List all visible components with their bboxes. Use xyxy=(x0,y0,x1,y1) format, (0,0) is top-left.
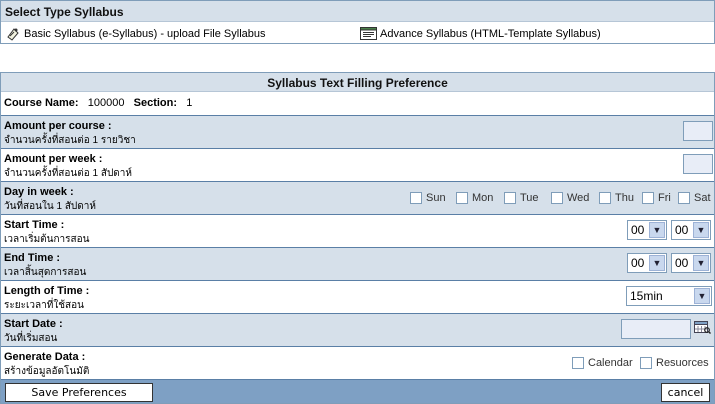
day-wed-checkbox[interactable] xyxy=(551,192,563,204)
resources-option-label: Resuorces xyxy=(656,357,709,369)
course-info-row: Course Name: 100000 Section: 1 xyxy=(1,93,714,115)
day-mon-checkbox[interactable] xyxy=(456,192,468,204)
day-tue[interactable]: Tue xyxy=(504,192,539,204)
end-minute-select[interactable]: 00 ▼ xyxy=(671,253,711,273)
chevron-down-icon: ▼ xyxy=(693,222,709,238)
day-sat[interactable]: Sat xyxy=(678,192,711,204)
start-minute-select[interactable]: 00 ▼ xyxy=(671,220,711,240)
day-sat-checkbox[interactable] xyxy=(678,192,690,204)
day-tue-label: Tue xyxy=(520,192,539,204)
resources-checkbox[interactable] xyxy=(640,357,652,369)
day-thu-checkbox[interactable] xyxy=(599,192,611,204)
start-hour-value: 00 xyxy=(631,223,645,237)
day-mon-label: Mon xyxy=(472,192,494,204)
generate-calendar-option[interactable]: Calendar xyxy=(572,357,633,369)
day-sun-label: Sun xyxy=(426,192,446,204)
start-date-label: Start Date : xyxy=(4,318,63,330)
amount-per-course-label: Amount per course : xyxy=(4,120,112,132)
end-time-thai-label: เวลาสิ้นสุดการสอน xyxy=(4,267,87,278)
generate-data-row: Generate Data : สร้างข้อมูลอัตโนมัติ Cal… xyxy=(1,346,714,379)
day-thu[interactable]: Thu xyxy=(599,192,634,204)
day-thu-label: Thu xyxy=(615,192,634,204)
length-of-time-thai-label: ระยะเวลาที่ใช้สอน xyxy=(4,300,84,311)
end-hour-select[interactable]: 00 ▼ xyxy=(627,253,667,273)
chevron-down-icon: ▼ xyxy=(649,255,665,271)
day-tue-checkbox[interactable] xyxy=(504,192,516,204)
calendar-checkbox[interactable] xyxy=(572,357,584,369)
day-in-week-row: Day in week : วันที่สอนใน 1 สัปดาห์ Sun … xyxy=(1,181,714,214)
day-fri-checkbox[interactable] xyxy=(642,192,654,204)
start-hour-select[interactable]: 00 ▼ xyxy=(627,220,667,240)
amount-per-week-row: Amount per week : จำนวนครั้งที่สอนต่อ 1 … xyxy=(1,148,714,181)
day-sun-checkbox[interactable] xyxy=(410,192,422,204)
select-type-title: Select Type Syllabus xyxy=(1,1,714,22)
basic-syllabus-link[interactable]: Basic Syllabus (e-Syllabus) - upload Fil… xyxy=(6,27,266,41)
length-of-time-value: 15min xyxy=(630,289,663,303)
upload-file-icon xyxy=(6,27,21,41)
end-minute-value: 00 xyxy=(675,256,689,270)
save-preferences-button[interactable]: Save Preferences xyxy=(5,383,153,402)
day-sat-label: Sat xyxy=(694,192,711,204)
day-fri[interactable]: Fri xyxy=(642,192,671,204)
end-time-label: End Time : xyxy=(4,252,61,264)
cancel-button[interactable]: cancel xyxy=(661,383,710,402)
start-time-row: Start Time : เวลาเริ่มต้นการสอน 00 ▼ 00 … xyxy=(1,214,714,247)
section-label: Section: xyxy=(133,97,178,109)
length-of-time-row: Length of Time : ระยะเวลาที่ใช้สอน 15min… xyxy=(1,280,714,313)
chevron-down-icon: ▼ xyxy=(649,222,665,238)
day-in-week-label: Day in week : xyxy=(4,186,74,198)
day-mon[interactable]: Mon xyxy=(456,192,493,204)
start-time-thai-label: เวลาเริ่มต้นการสอน xyxy=(4,234,90,245)
amount-per-week-label: Amount per week : xyxy=(4,153,103,165)
generate-data-thai-label: สร้างข้อมูลอัตโนมัติ xyxy=(4,366,90,377)
footer-bar: Save Preferences cancel xyxy=(1,379,714,403)
day-in-week-thai-label: วันที่สอนใน 1 สัปดาห์ xyxy=(4,201,96,212)
end-time-row: End Time : เวลาสิ้นสุดการสอน 00 ▼ 00 ▼ xyxy=(1,247,714,280)
preference-title: Syllabus Text Filling Preference xyxy=(1,73,714,92)
basic-syllabus-label: Basic Syllabus (e-Syllabus) - upload Fil… xyxy=(24,28,266,40)
amount-per-week-input[interactable] xyxy=(683,154,713,174)
course-name-label: Course Name: xyxy=(4,97,79,109)
advance-syllabus-link[interactable]: Advance Syllabus (HTML-Template Syllabus… xyxy=(360,27,601,40)
section-value: 1 xyxy=(186,97,193,109)
start-date-input[interactable] xyxy=(621,319,691,339)
amount-per-course-input[interactable] xyxy=(683,121,713,141)
length-of-time-select[interactable]: 15min ▼ xyxy=(626,286,712,306)
generate-resources-option[interactable]: Resuorces xyxy=(640,357,709,369)
advance-syllabus-label: Advance Syllabus (HTML-Template Syllabus… xyxy=(380,27,601,40)
day-fri-label: Fri xyxy=(658,192,671,204)
generate-data-label: Generate Data : xyxy=(4,351,86,363)
course-name-value: 100000 xyxy=(87,97,125,109)
start-time-label: Start Time : xyxy=(4,219,65,231)
amount-per-week-thai-label: จำนวนครั้งที่สอนต่อ 1 สัปดาห์ xyxy=(4,168,133,179)
start-minute-value: 00 xyxy=(675,223,689,237)
calendar-option-label: Calendar xyxy=(588,357,633,369)
day-wed[interactable]: Wed xyxy=(551,192,589,204)
length-of-time-label: Length of Time : xyxy=(4,285,90,297)
html-template-icon xyxy=(360,27,377,40)
chevron-down-icon: ▼ xyxy=(694,288,710,304)
select-type-panel: Select Type Syllabus Basic Syllabus (e-S… xyxy=(0,0,715,44)
start-date-thai-label: วันที่เริ่มสอน xyxy=(4,333,58,344)
start-date-row: Start Date : วันที่เริ่มสอน xyxy=(1,313,714,346)
chevron-down-icon: ▼ xyxy=(693,255,709,271)
preference-panel: Syllabus Text Filling Preference Course … xyxy=(0,72,715,404)
calendar-icon[interactable] xyxy=(694,320,711,338)
amount-per-course-row: Amount per course : จำนวนครั้งที่สอนต่อ … xyxy=(1,115,714,148)
day-sun[interactable]: Sun xyxy=(410,192,446,204)
day-wed-label: Wed xyxy=(567,192,590,204)
end-hour-value: 00 xyxy=(631,256,645,270)
amount-per-course-thai-label: จำนวนครั้งที่สอนต่อ 1 รายวิชา xyxy=(4,135,136,146)
